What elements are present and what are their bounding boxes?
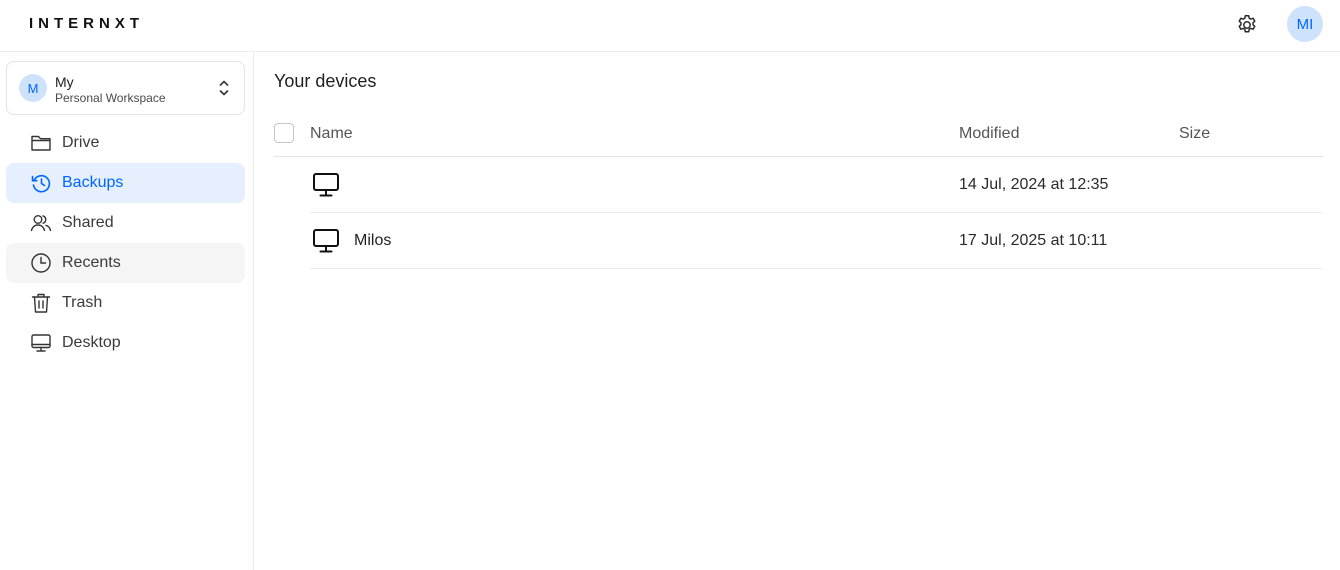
sidebar-item-label: Backups: [62, 174, 124, 191]
device-modified: 17 Jul, 2025 at 10:11: [959, 232, 1108, 249]
users-icon: [30, 215, 52, 232]
device-modified: 14 Jul, 2024 at 12:35: [959, 176, 1109, 193]
trash-icon: [31, 293, 51, 313]
select-all-checkbox[interactable]: [274, 123, 294, 143]
sidebar: M My Personal Workspace Drive Backups Sh…: [0, 53, 254, 570]
folder-icon: [31, 135, 51, 151]
sidebar-item-label: Desktop: [62, 334, 121, 351]
page-title: Your devices: [274, 71, 377, 91]
sidebar-item-shared[interactable]: Shared: [6, 203, 245, 243]
sidebar-item-label: Recents: [62, 254, 121, 271]
workspace-subtitle: Personal Workspace: [55, 91, 166, 105]
sidebar-item-label: Drive: [62, 134, 100, 151]
clock-icon: [31, 253, 51, 273]
monitor-icon: [313, 173, 339, 197]
table-row[interactable]: Milos 17 Jul, 2025 at 10:11: [310, 213, 1323, 269]
settings-button[interactable]: [1235, 13, 1259, 37]
column-header-size[interactable]: Size: [1179, 125, 1210, 143]
top-header: INTERNXT MI: [0, 0, 1340, 52]
device-name: Milos: [354, 232, 392, 249]
sidebar-item-label: Shared: [62, 214, 114, 231]
workspace-name: My: [55, 74, 74, 90]
table-header: Name Modified Size: [274, 115, 1323, 157]
table-row[interactable]: 14 Jul, 2024 at 12:35: [310, 157, 1323, 213]
workspace-selector[interactable]: M My Personal Workspace: [6, 61, 245, 115]
monitor-icon: [313, 229, 339, 253]
sidebar-item-drive[interactable]: Drive: [6, 123, 245, 163]
desktop-icon: [31, 334, 51, 352]
history-icon: [31, 174, 51, 193]
sidebar-item-recents[interactable]: Recents: [6, 243, 245, 283]
sidebar-item-label: Trash: [62, 294, 103, 311]
column-header-modified[interactable]: Modified: [959, 125, 1019, 143]
sidebar-item-desktop[interactable]: Desktop: [6, 323, 245, 363]
column-header-name[interactable]: Name: [310, 125, 353, 143]
gear-icon: [1238, 15, 1256, 33]
sidebar-item-trash[interactable]: Trash: [6, 283, 245, 323]
workspace-avatar: M: [19, 74, 47, 102]
app-logo[interactable]: INTERNXT: [29, 15, 144, 32]
main-content: Your devices Name Modified Size 14 Jul, …: [255, 53, 1340, 570]
chevron-up-down-icon: [219, 80, 229, 96]
user-avatar[interactable]: MI: [1287, 6, 1323, 42]
sidebar-item-backups[interactable]: Backups: [6, 163, 245, 203]
